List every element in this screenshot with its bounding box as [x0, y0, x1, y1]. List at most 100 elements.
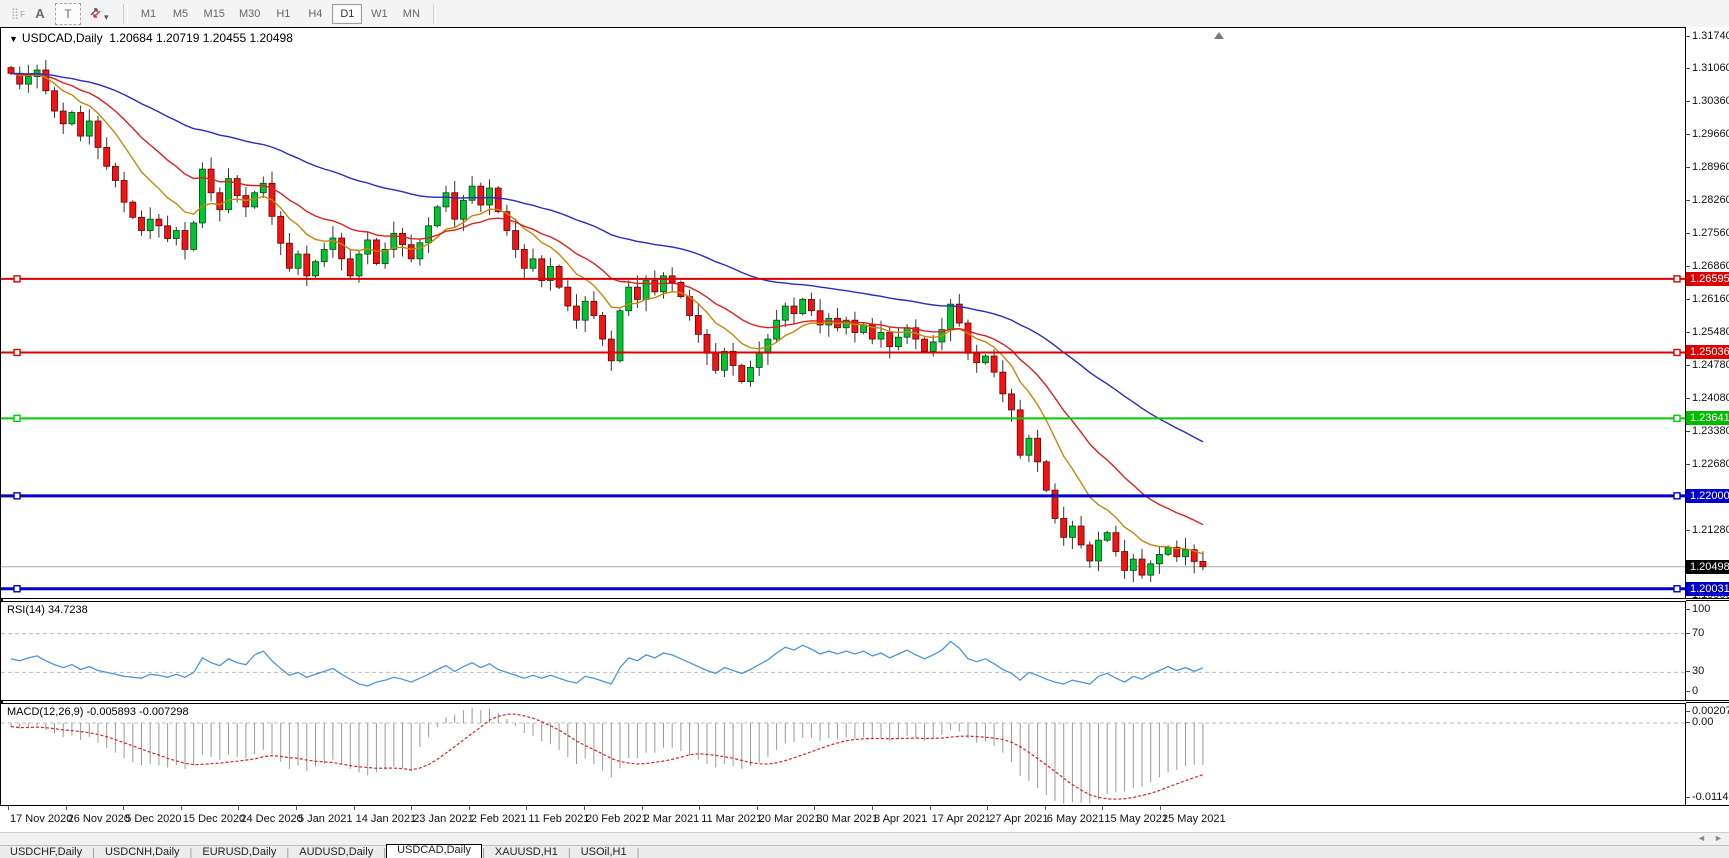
- symbol-tab-usoil[interactable]: USOil,H1: [571, 846, 637, 858]
- price-tick-label: 1.31060: [1692, 62, 1729, 74]
- date-tick: [181, 806, 182, 810]
- price-badge: 1.25036: [1686, 345, 1729, 359]
- text-label-button[interactable]: T: [55, 3, 81, 25]
- line-handle: [14, 586, 20, 592]
- price-tick-label: 1.26160: [1692, 293, 1729, 305]
- timeframe-button-d1[interactable]: D1: [332, 4, 362, 24]
- price-tick-label: 1.28960: [1692, 161, 1729, 173]
- date-label: 11 Feb 2021: [528, 813, 589, 825]
- date-tick: [1102, 806, 1103, 810]
- timeframe-button-w1[interactable]: W1: [364, 4, 394, 24]
- date-tick: [642, 806, 643, 810]
- tab-scroll-strip: ◄ ►: [0, 832, 1729, 846]
- date-tick: [238, 806, 239, 810]
- line-handle: [1674, 493, 1680, 499]
- date-label: 25 May 2021: [1162, 813, 1226, 825]
- line-handle: [1674, 415, 1680, 421]
- symbol-tab-eurusd[interactable]: EURUSD,Daily: [192, 846, 286, 858]
- date-tick: [584, 806, 585, 810]
- price-tick-label: 1.27560: [1692, 227, 1729, 239]
- macd-signal-line: [11, 714, 1203, 799]
- price-tick-label: 1.24780: [1692, 359, 1729, 371]
- macd-histogram: [11, 708, 1203, 803]
- candlestick-chart[interactable]: [1, 28, 1685, 598]
- dropdown-caret-icon[interactable]: ▾: [104, 12, 109, 22]
- date-label: 5 Jan 2021: [298, 813, 352, 825]
- date-label: 20 Feb 2021: [586, 813, 648, 825]
- symbol-tab-usdchf[interactable]: USDCHF,Daily: [0, 846, 92, 858]
- date-label: 24 Dec 2020: [240, 813, 302, 825]
- terminal-window: ⣿F A T ▾ M1M5M15M30H1H4D1W1MN ▼ USDCAD,Da…: [0, 0, 1729, 858]
- timeframe-button-m15[interactable]: M15: [198, 4, 231, 24]
- top-toolbar: ⣿F A T ▾ M1M5M15M30H1H4D1W1MN: [0, 0, 1729, 28]
- date-label: 30 Mar 2021: [816, 813, 878, 825]
- date-label: 20 Mar 2021: [759, 813, 821, 825]
- rsi-indicator-pane[interactable]: RSI(14) 34.7238: [0, 601, 1686, 701]
- axis-pane-separator: [1686, 598, 1729, 599]
- tab-separator: |: [637, 847, 640, 858]
- date-tick: [66, 806, 67, 810]
- price-tick-label: 1.29660: [1692, 128, 1729, 140]
- date-tick: [354, 806, 355, 810]
- timeframe-button-h1[interactable]: H1: [268, 4, 298, 24]
- line-handle: [1674, 276, 1680, 282]
- chart-symbol: USDCAD,Daily: [22, 31, 103, 45]
- date-tick: [469, 806, 470, 810]
- rsi-label: RSI(14) 34.7238: [7, 604, 88, 616]
- moving-average-medium: [11, 73, 1203, 524]
- ohlc-low: 1.20455: [203, 31, 246, 45]
- line-handle: [14, 493, 20, 499]
- price-tick-label: 1.28260: [1692, 194, 1729, 206]
- timeframe-bar: M1M5M15M30H1H4D1W1MN: [133, 4, 428, 24]
- symbol-tab-usdcad[interactable]: USDCAD,Daily: [386, 844, 482, 858]
- price-badge: 1.20031: [1686, 582, 1729, 596]
- main-chart-pane[interactable]: ▼USDCAD,Daily 1.20684 1.20719 1.20455 1.…: [0, 27, 1686, 599]
- date-tick: [411, 806, 412, 810]
- toolbar-grip-icon[interactable]: ⣿F: [2, 4, 26, 24]
- date-label: 5 Dec 2020: [125, 813, 181, 825]
- rsi-tick-label: 30: [1692, 665, 1704, 677]
- timeframe-button-m30[interactable]: M30: [233, 4, 266, 24]
- date-label: 15 May 2021: [1104, 813, 1168, 825]
- macd-value: -0.005893: [86, 706, 136, 718]
- date-tick: [1160, 806, 1161, 810]
- date-tick: [872, 806, 873, 810]
- scroll-right-icon[interactable]: ►: [1714, 833, 1723, 843]
- timeframe-button-h4[interactable]: H4: [300, 4, 330, 24]
- date-label: 11 Mar 2021: [701, 813, 762, 825]
- diagonal-arrows-icon: [88, 5, 103, 20]
- rsi-chart[interactable]: [1, 602, 1685, 700]
- macd-signal-value: -0.007298: [139, 706, 189, 718]
- price-tick-label: 1.21280: [1692, 524, 1729, 536]
- font-a-button[interactable]: A: [27, 3, 53, 25]
- symbol-tab-usdcnh[interactable]: USDCNH,Daily: [95, 846, 190, 858]
- timeframe-button-m1[interactable]: M1: [134, 4, 164, 24]
- macd-indicator-pane[interactable]: MACD(12,26,9) -0.005893 -0.007298: [0, 703, 1686, 806]
- timeframe-button-mn[interactable]: MN: [396, 4, 426, 24]
- symbol-tab-xauusd[interactable]: XAUUSD,H1: [485, 846, 568, 858]
- price-badge: 1.26595: [1686, 272, 1729, 286]
- rsi-tick-label: 100: [1692, 603, 1710, 615]
- scroll-left-icon[interactable]: ◄: [1697, 833, 1706, 843]
- price-tick-label: 1.23380: [1692, 425, 1729, 437]
- price-tick-label: 1.31740: [1692, 30, 1729, 42]
- date-label: 17 Apr 2021: [932, 813, 991, 825]
- price-badge: 1.22000: [1686, 489, 1729, 503]
- symbol-tab-audusd[interactable]: AUDUSD,Daily: [289, 846, 383, 858]
- timeframe-button-m5[interactable]: M5: [166, 4, 196, 24]
- rsi-tick-label: 70: [1692, 627, 1704, 639]
- collapse-triangle-icon[interactable]: ▼: [9, 34, 18, 44]
- date-axis: 17 Nov 202026 Nov 20205 Dec 202015 Dec 2…: [0, 806, 1686, 832]
- price-tick-label: 1.26860: [1692, 260, 1729, 272]
- axis-pane-separator: [1686, 805, 1729, 806]
- arrows-tool-button[interactable]: ▾: [83, 3, 114, 25]
- date-label: 23 Jan 2021: [413, 813, 474, 825]
- date-tick: [123, 806, 124, 810]
- macd-tick-label: -0.011462: [1692, 791, 1729, 803]
- candles-series: [8, 60, 1206, 582]
- chart-shift-marker-icon: [1214, 32, 1224, 39]
- macd-chart[interactable]: [1, 704, 1685, 805]
- date-tick: [757, 806, 758, 810]
- ohlc-close: 1.20498: [249, 31, 292, 45]
- chart-title: ▼USDCAD,Daily 1.20684 1.20719 1.20455 1.…: [9, 31, 293, 45]
